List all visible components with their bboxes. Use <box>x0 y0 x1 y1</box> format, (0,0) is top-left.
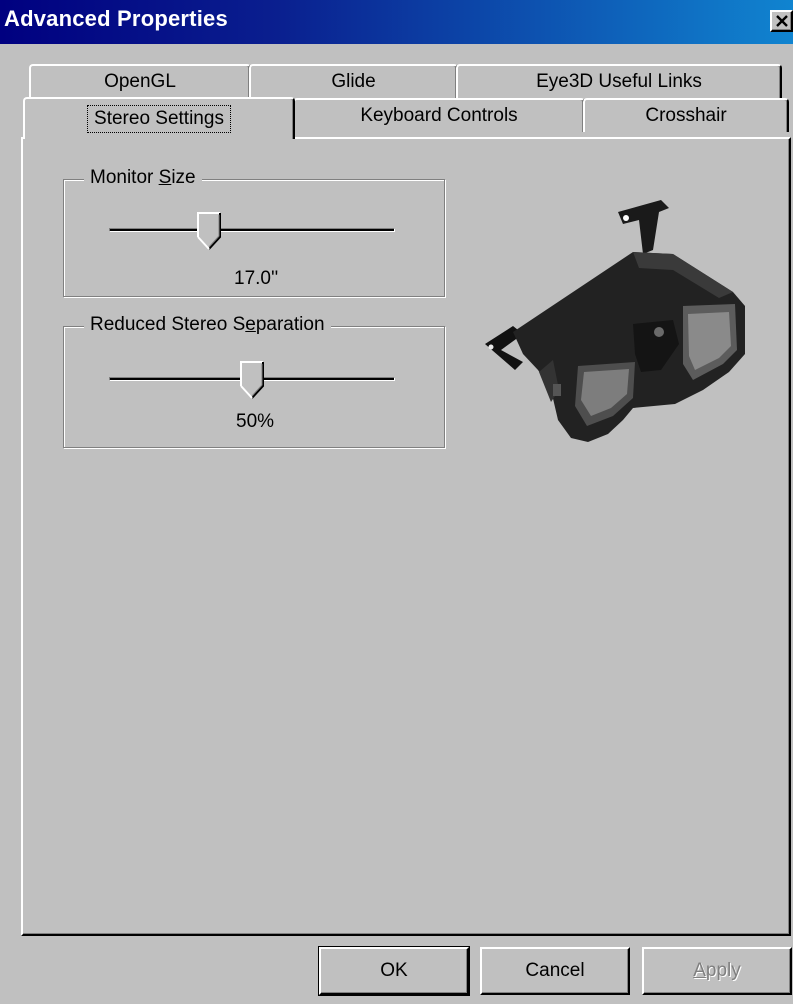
apply-accelerator: A <box>693 960 706 981</box>
tab-opengl[interactable]: OpenGL <box>29 64 251 98</box>
apply-button-label: Apply <box>693 960 741 982</box>
legend-accelerator: e <box>245 314 256 335</box>
tab-label: Glide <box>331 71 376 92</box>
ok-button-label: OK <box>380 960 408 981</box>
tab-label: Keyboard Controls <box>360 105 518 126</box>
tab-label: Crosshair <box>645 105 727 126</box>
monitor-size-value: 17.0'' <box>234 268 279 289</box>
cancel-button-label: Cancel <box>525 960 585 981</box>
tab-eye3d-useful-links[interactable]: Eye3D Useful Links <box>456 64 782 98</box>
slider-thumb[interactable] <box>197 212 222 250</box>
ok-button[interactable]: OK <box>318 946 470 996</box>
legend-text: ize <box>171 167 196 188</box>
stereo-settings-panel: Monitor Size 17.0'' Reduced Stereo Separ… <box>21 137 791 936</box>
tab-label: Eye3D Useful Links <box>536 71 702 92</box>
legend-text: Reduced Stereo S <box>90 314 246 335</box>
window-title: Advanced Properties <box>4 6 228 31</box>
legend-accelerator: S <box>158 167 172 188</box>
close-icon <box>775 15 788 27</box>
close-button[interactable] <box>770 10 793 32</box>
apply-button[interactable]: Apply <box>642 947 792 995</box>
tab-crosshair[interactable]: Crosshair <box>583 98 789 132</box>
monitor-size-group: Monitor Size 17.0'' <box>63 167 445 297</box>
tab-label: Stereo Settings <box>87 105 231 133</box>
legend-text: paration <box>255 314 325 335</box>
legend-text: Monitor <box>90 167 159 188</box>
tab-stereo-settings[interactable]: Stereo Settings <box>23 97 295 139</box>
title-bar: Advanced Properties <box>0 0 793 44</box>
stereo-separation-legend: Reduced Stereo Separation <box>84 314 331 336</box>
slider-thumb[interactable] <box>240 361 264 399</box>
monitor-size-legend: Monitor Size <box>84 167 202 189</box>
tab-glide[interactable]: Glide <box>249 64 458 98</box>
apply-label-rest: pply <box>705 960 741 981</box>
tab-keyboard-controls[interactable]: Keyboard Controls <box>293 98 585 132</box>
cancel-button[interactable]: Cancel <box>480 947 630 995</box>
slider-track <box>109 228 395 232</box>
stereo-separation-value: 50% <box>236 411 275 432</box>
stereo-separation-group: Reduced Stereo Separation 50% <box>63 314 445 448</box>
tab-label: OpenGL <box>104 71 176 92</box>
stereo-glasses-image <box>485 200 745 442</box>
